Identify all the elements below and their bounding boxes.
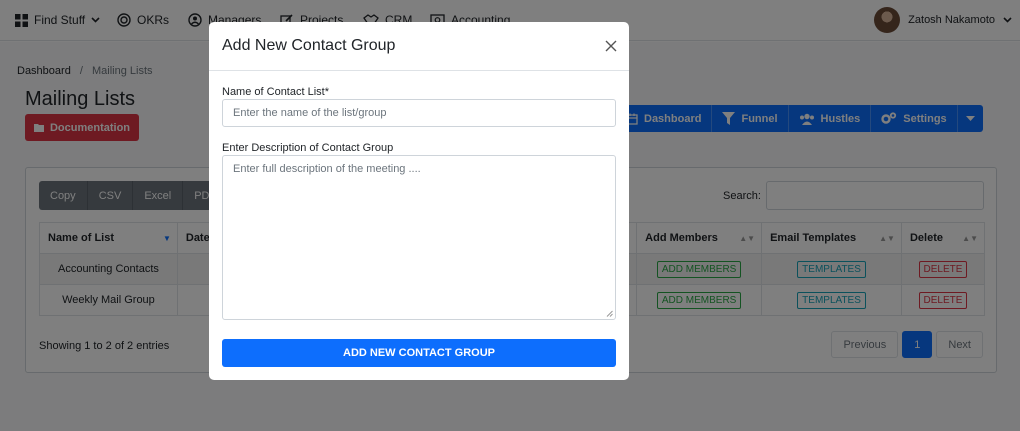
description-field-label: Enter Description of Contact Group [222,142,394,154]
add-contact-group-modal: Add New Contact Group Name of Contact Li… [209,22,629,380]
modal-title: Add New Contact Group [222,37,396,54]
add-new-contact-group-button[interactable]: ADD NEW CONTACT GROUP [222,339,616,367]
resize-handle-icon[interactable] [606,310,613,317]
close-icon[interactable] [605,40,617,52]
contact-list-name-input[interactable]: Enter the name of the list/group [222,99,616,127]
name-field-label: Name of Contact List* [222,86,329,98]
description-placeholder: Enter full description of the meeting ..… [233,163,421,175]
modal-header: Add New Contact Group [209,22,629,71]
description-textarea[interactable]: Enter full description of the meeting ..… [222,155,616,320]
